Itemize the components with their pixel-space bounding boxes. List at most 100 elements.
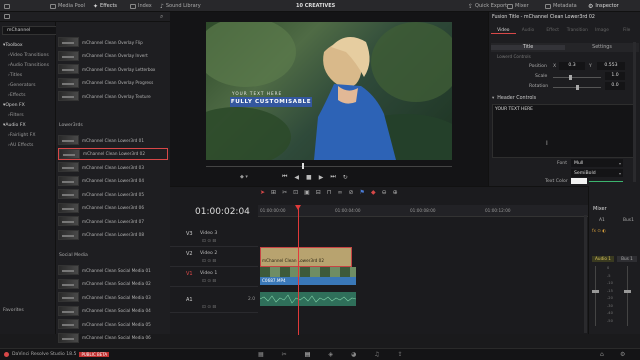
- text-input-area[interactable]: YOUR TEXT HERE: [492, 104, 634, 158]
- inspector-button[interactable]: ⚙ Inspector: [588, 2, 619, 10]
- media-page-icon[interactable]: ▦: [258, 351, 264, 358]
- viewer-tool-icon[interactable]: ◆ ▾: [240, 174, 248, 180]
- text-color-slider[interactable]: [589, 181, 623, 182]
- mixer-fader-track-a1[interactable]: [595, 266, 596, 326]
- insert-icon[interactable]: ⊡: [293, 189, 298, 196]
- mixer-fader-a1[interactable]: [592, 290, 599, 293]
- rotation-input[interactable]: 0.0: [605, 82, 625, 90]
- effect-list-item[interactable]: mChannel Clean Social Media 05: [58, 318, 168, 330]
- scrubber-playhead[interactable]: [302, 163, 304, 169]
- selection-tool-icon[interactable]: ➤: [260, 189, 265, 196]
- inspector-tab[interactable]: Audio: [516, 28, 541, 34]
- effect-list-item[interactable]: mChannel Clean Social Media 03: [58, 291, 168, 303]
- subtab-settings[interactable]: Settings: [565, 45, 639, 50]
- toolbox-item[interactable]: › Effects: [0, 91, 56, 99]
- marker-icon[interactable]: ◆: [371, 189, 376, 196]
- position-x-input[interactable]: 0.3: [559, 62, 585, 70]
- effect-list-item[interactable]: mChannel Clean Overlay Flip: [58, 36, 168, 48]
- rotation-slider-handle[interactable]: [576, 85, 579, 90]
- play-reverse-icon[interactable]: ◀: [294, 174, 299, 181]
- effects-button[interactable]: ✦ Effects: [93, 2, 117, 10]
- zoom-out-icon[interactable]: ⊖: [382, 189, 387, 196]
- effect-list-item[interactable]: mChannel Clean Lower3rd 05: [58, 188, 168, 200]
- track-controls-icon[interactable]: ⊡ ⊙ ⊟: [202, 259, 216, 264]
- effect-list-item[interactable]: mChannel Clean Lower3rd 03: [58, 161, 168, 173]
- home-icon[interactable]: ⌂: [600, 351, 604, 358]
- toolbox-item[interactable]: › AU Effects: [0, 141, 56, 149]
- metadata-button[interactable]: Metadata: [545, 2, 577, 10]
- toolbox-item[interactable]: ▾ Open FX: [0, 101, 56, 109]
- effects-search-input[interactable]: mChannel: [3, 28, 30, 33]
- audio-clip[interactable]: [260, 292, 356, 306]
- edit-page-icon[interactable]: ▤: [305, 351, 311, 358]
- mixer-fader-bus1[interactable]: [624, 290, 631, 293]
- font-select[interactable]: Mull ▾: [571, 159, 623, 167]
- color-page-icon[interactable]: ◕: [351, 351, 356, 358]
- mixer-fx-icon[interactable]: fx ⊙ ◐: [592, 228, 606, 233]
- timeline-playhead[interactable]: [298, 205, 299, 335]
- blade-tool-icon[interactable]: ✂: [282, 189, 287, 196]
- font-style-select[interactable]: SemiBold ▾: [571, 169, 623, 177]
- inspector-tab[interactable]: Transition: [565, 28, 590, 34]
- scale-slider[interactable]: [553, 77, 601, 78]
- index-button[interactable]: Index: [130, 2, 152, 10]
- effect-list-item[interactable]: mChannel Clean Lower3rd 07: [58, 215, 168, 227]
- track-controls-icon[interactable]: ⊡ ⊙ ⊟: [202, 279, 216, 284]
- subtab-title[interactable]: Title: [491, 45, 565, 50]
- timeline-scrollbar[interactable]: [584, 215, 587, 333]
- inspector-tab[interactable]: Image: [590, 28, 615, 34]
- scale-input[interactable]: 1.0: [605, 72, 625, 80]
- mixer-button[interactable]: Mixer: [507, 2, 529, 10]
- search-icon[interactable]: ⌕: [160, 13, 163, 21]
- title-clip[interactable]: mChannel Clean Lower3rd 02: [260, 247, 352, 267]
- loop-icon[interactable]: ↻: [343, 174, 348, 181]
- effect-list-item[interactable]: mChannel Clean Lower3rd 01: [58, 134, 168, 146]
- overwrite-icon[interactable]: ▣: [304, 189, 310, 196]
- play-icon[interactable]: ▶: [319, 174, 324, 181]
- effect-list-item[interactable]: mChannel Clean Overlay Letterbox: [58, 63, 168, 75]
- header-controls-section[interactable]: ▾ Header Controls: [492, 96, 536, 101]
- effect-list-item[interactable]: mChannel Clean Lower3rd 08: [58, 229, 168, 241]
- flag-icon[interactable]: ⚑: [360, 189, 365, 196]
- effect-list-item[interactable]: mChannel Clean Overlay Texture: [58, 90, 168, 102]
- track-header[interactable]: V3 Video 3 ⊡ ⊙ ⊟: [170, 229, 258, 247]
- toolbox-item[interactable]: ▾ Toolbox: [0, 41, 56, 49]
- settings-gear-icon[interactable]: ⚙: [620, 351, 625, 358]
- effect-list-item[interactable]: mChannel Clean Overlay Invert: [58, 50, 168, 62]
- link-icon[interactable]: ∞: [338, 189, 343, 196]
- toolbox-item[interactable]: › Video Transitions: [0, 51, 56, 59]
- snapping-icon[interactable]: ⊓: [327, 189, 332, 196]
- track-header[interactable]: V1 Video 1 ⊡ ⊙ ⊟: [170, 269, 258, 287]
- timeline-ruler[interactable]: 01:00:00:00 01:00:04:00 01:00:08:00 01:00:1…: [258, 205, 588, 217]
- video-clip-thumbnails[interactable]: [260, 267, 356, 277]
- position-lock-icon[interactable]: ⊘: [349, 189, 354, 196]
- mixer-fader-track-bus1[interactable]: [627, 266, 628, 326]
- fusion-page-icon[interactable]: ◈: [328, 351, 333, 358]
- skip-back-icon[interactable]: ⏮: [282, 173, 287, 181]
- effect-list-item[interactable]: mChannel Clean Social Media 06: [58, 332, 168, 344]
- quick-export-button[interactable]: ⇪ Quick Export: [468, 2, 507, 10]
- cut-page-icon[interactable]: ✂: [282, 351, 287, 358]
- inspector-scrollbar[interactable]: [633, 42, 636, 182]
- track-controls-icon[interactable]: ⊡ ⊙ ⊟: [202, 305, 216, 310]
- skip-forward-icon[interactable]: ⏭: [330, 173, 335, 181]
- effect-list-item[interactable]: mChannel Clean Lower3rd 06: [58, 202, 168, 214]
- inspector-tab[interactable]: Effect: [540, 28, 565, 34]
- replace-icon[interactable]: ⊟: [316, 189, 321, 196]
- toolbox-item[interactable]: › Fairlight FX: [0, 131, 56, 139]
- inspector-tab[interactable]: File: [614, 28, 639, 34]
- track-header[interactable]: V2 Video 2 ⊡ ⊙ ⊟: [170, 249, 258, 267]
- inspector-tab[interactable]: Video: [491, 28, 516, 34]
- sound-library-button[interactable]: ♪ Sound Library: [160, 2, 201, 10]
- media-pool-button[interactable]: Media Pool: [50, 2, 85, 10]
- layout-icon[interactable]: [4, 14, 10, 19]
- sidebar-toggle-button[interactable]: [4, 2, 10, 10]
- track-controls-icon[interactable]: ⊡ ⊙ ⊟: [202, 239, 216, 244]
- effect-list-item[interactable]: mChannel Clean Social Media 01: [58, 264, 168, 276]
- viewer-scrubber[interactable]: [206, 166, 452, 167]
- toolbox-item[interactable]: › Audio Transitions: [0, 61, 56, 69]
- video-preview[interactable]: YOUR TEXT HERE FULLY CUSTOMISABLE: [206, 22, 452, 160]
- toolbox-item[interactable]: › Filters: [0, 111, 56, 119]
- effect-list-item[interactable]: mChannel Clean Social Media 04: [58, 305, 168, 317]
- toolbox-item[interactable]: ▾ Audio FX: [0, 121, 56, 129]
